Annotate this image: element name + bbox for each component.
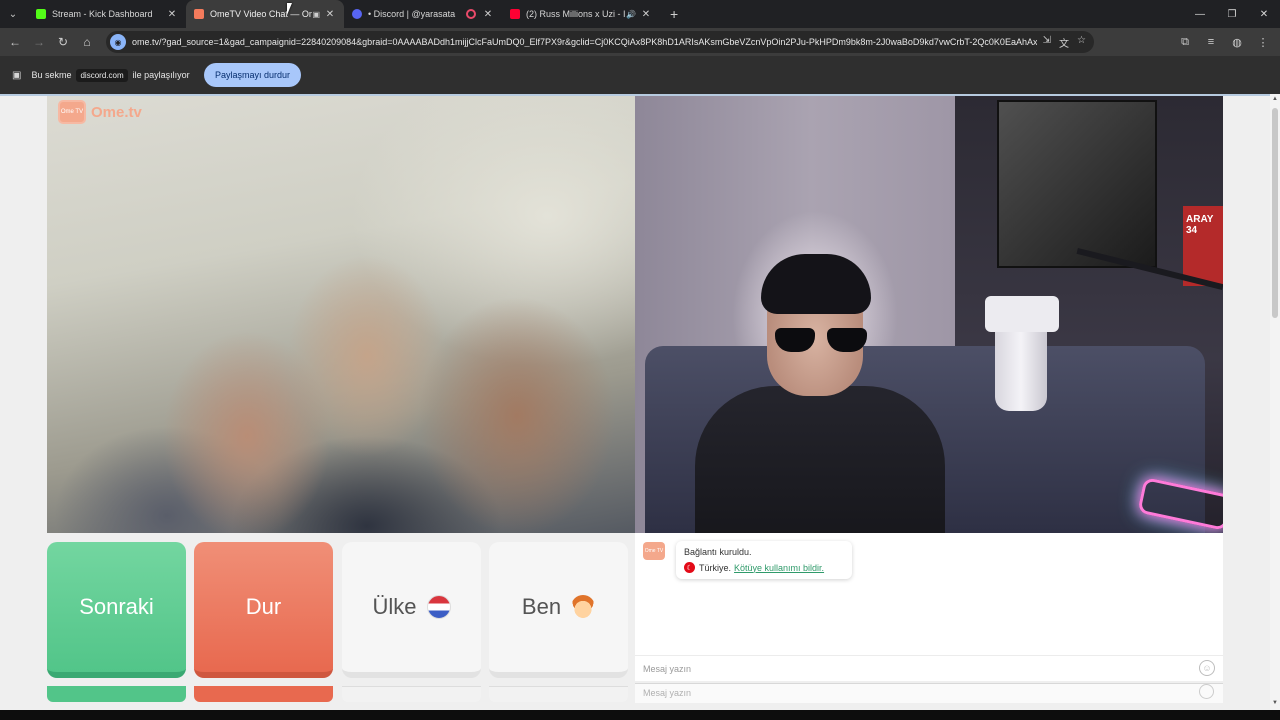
ometv-favicon-icon xyxy=(194,9,204,19)
sharing-text-before: Bu sekme xyxy=(31,70,72,80)
stop-button-ghost xyxy=(194,686,333,702)
scroll-down-icon[interactable]: ▼ xyxy=(1272,700,1278,706)
mouse-cursor-icon xyxy=(287,3,292,15)
scrollbar-thumb[interactable] xyxy=(1272,108,1278,318)
translate-icon[interactable]: 文 xyxy=(1059,35,1069,50)
tab-title: • Discord | @yarasata xyxy=(368,9,456,19)
country-button-ghost xyxy=(342,686,481,702)
next-button[interactable]: Sonraki xyxy=(47,542,186,678)
sunglasses xyxy=(775,328,867,356)
ometv-logo-icon: Ome TV xyxy=(58,100,86,124)
chat-panel: Ome TV Bağlantı kuruldu. ☾ Türkiye. Kötü… xyxy=(635,533,1223,681)
wall-poster xyxy=(997,100,1157,268)
tab-sharing-bar: ▣ Bu sekme discord.com ile paylaşılıyor … xyxy=(0,56,1280,94)
wall-sign: ARAY 34 xyxy=(1183,206,1223,286)
netherlands-flag-icon xyxy=(426,595,451,619)
me-label: Ben xyxy=(521,594,562,619)
stop-button[interactable]: Dur xyxy=(194,542,333,678)
person-body xyxy=(695,386,945,533)
sharing-text-after: ile paylaşılıyor xyxy=(132,70,190,80)
emoji-icon[interactable]: ☺ xyxy=(1199,660,1215,676)
forward-icon[interactable]: → xyxy=(27,30,51,54)
close-tab-icon[interactable]: ✕ xyxy=(640,9,652,20)
tab-title: OmeTV Video Chat — Ome xyxy=(210,9,313,19)
install-app-icon[interactable]: ⇲ xyxy=(1043,35,1051,50)
system-message: Bağlantı kuruldu. ☾ Türkiye. Kötüye kull… xyxy=(676,541,852,579)
youtube-favicon-icon xyxy=(510,9,520,19)
tab-search-icon[interactable]: ⌄ xyxy=(4,5,22,23)
screen-share-icon: ▣ xyxy=(12,69,22,81)
bottom-edge xyxy=(0,710,1280,720)
restore-icon[interactable]: ❐ xyxy=(1216,0,1248,28)
close-tab-icon[interactable]: ✕ xyxy=(166,9,178,20)
tab-discord[interactable]: • Discord | @yarasata ✕ xyxy=(344,0,502,28)
menu-icon[interactable]: ⋮ xyxy=(1252,30,1274,54)
next-button-ghost xyxy=(47,686,186,702)
tab-title: (2) Russ Millions x Uzi - Inte xyxy=(526,9,626,19)
extensions-icon[interactable]: ⧉ xyxy=(1174,30,1196,54)
ometv-logo-text: Ome.tv xyxy=(91,103,142,121)
minimize-icon[interactable]: — xyxy=(1184,0,1216,28)
speaker-icon[interactable]: 🔊 xyxy=(626,10,636,19)
sharing-target-chip: discord.com xyxy=(76,68,128,82)
me-button[interactable]: Ben xyxy=(489,542,628,678)
country-label: Ülke xyxy=(372,594,417,619)
tab-ometv[interactable]: OmeTV Video Chat — Ome ▣ ✕ xyxy=(186,0,344,28)
tab-title: Stream - Kick Dashboard xyxy=(52,9,153,19)
window-controls: — ❐ ✕ xyxy=(1184,0,1280,28)
country-button[interactable]: Ülke xyxy=(342,542,481,678)
tab-youtube[interactable]: (2) Russ Millions x Uzi - Inte 🔊 ✕ xyxy=(502,0,660,28)
browser-toolbar: ← → ↻ ⌂ ◉ ome.tv/?gad_source=1&gad_campa… xyxy=(0,28,1280,56)
back-icon[interactable]: ← xyxy=(3,30,27,54)
sharing-indicator-icon: ▣ xyxy=(312,9,320,19)
person-hair xyxy=(761,254,871,314)
person-emoji-icon xyxy=(571,595,596,619)
turkey-flag-icon: ☾ xyxy=(684,562,695,573)
close-tab-icon[interactable]: ✕ xyxy=(324,9,336,20)
scroll-up-icon[interactable]: ▲ xyxy=(1272,96,1278,102)
stranger-video xyxy=(47,96,635,533)
microphone-mount xyxy=(985,296,1059,332)
bookmark-star-icon[interactable]: ☆ xyxy=(1077,35,1086,50)
emoji-ghost-icon xyxy=(1199,684,1214,699)
media-control-icon[interactable]: ≡ xyxy=(1200,30,1222,54)
new-tab-icon[interactable]: + xyxy=(670,6,678,22)
site-info-icon[interactable]: ◉ xyxy=(110,34,126,50)
home-icon[interactable]: ⌂ xyxy=(75,30,99,54)
ometv-logo: Ome TV Ome.tv xyxy=(58,100,142,124)
message-input[interactable]: Mesaj yazın xyxy=(635,655,1223,681)
close-window-icon[interactable]: ✕ xyxy=(1248,0,1280,28)
tab-kick[interactable]: Stream - Kick Dashboard ✕ xyxy=(28,0,186,28)
tab-strip: ⌄ Stream - Kick Dashboard ✕ OmeTV Video … xyxy=(0,0,1280,28)
reload-icon[interactable]: ↻ xyxy=(51,30,75,54)
close-tab-icon[interactable]: ✕ xyxy=(482,9,494,20)
url-text[interactable]: ome.tv/?gad_source=1&gad_campaignid=2284… xyxy=(132,37,1037,47)
report-abuse-link[interactable]: Kötüye kullanımı bildir. xyxy=(734,563,824,573)
kick-favicon-icon xyxy=(36,9,46,19)
message-input-ghost: Mesaj yazın xyxy=(635,683,1223,703)
discord-favicon-icon xyxy=(352,9,362,19)
country-text: Türkiye. xyxy=(699,562,732,573)
address-bar[interactable]: ◉ ome.tv/?gad_source=1&gad_campaignid=22… xyxy=(106,31,1094,53)
ometv-chat-logo-icon: Ome TV xyxy=(643,542,665,560)
stop-sharing-button[interactable]: Paylaşmayı durdur xyxy=(204,63,302,87)
recording-icon xyxy=(466,9,476,19)
profile-icon[interactable]: ◍ xyxy=(1226,30,1248,54)
connected-message: Bağlantı kuruldu. xyxy=(684,547,752,557)
me-button-ghost xyxy=(489,686,628,702)
own-camera-video: ARAY 34 xyxy=(635,96,1223,533)
